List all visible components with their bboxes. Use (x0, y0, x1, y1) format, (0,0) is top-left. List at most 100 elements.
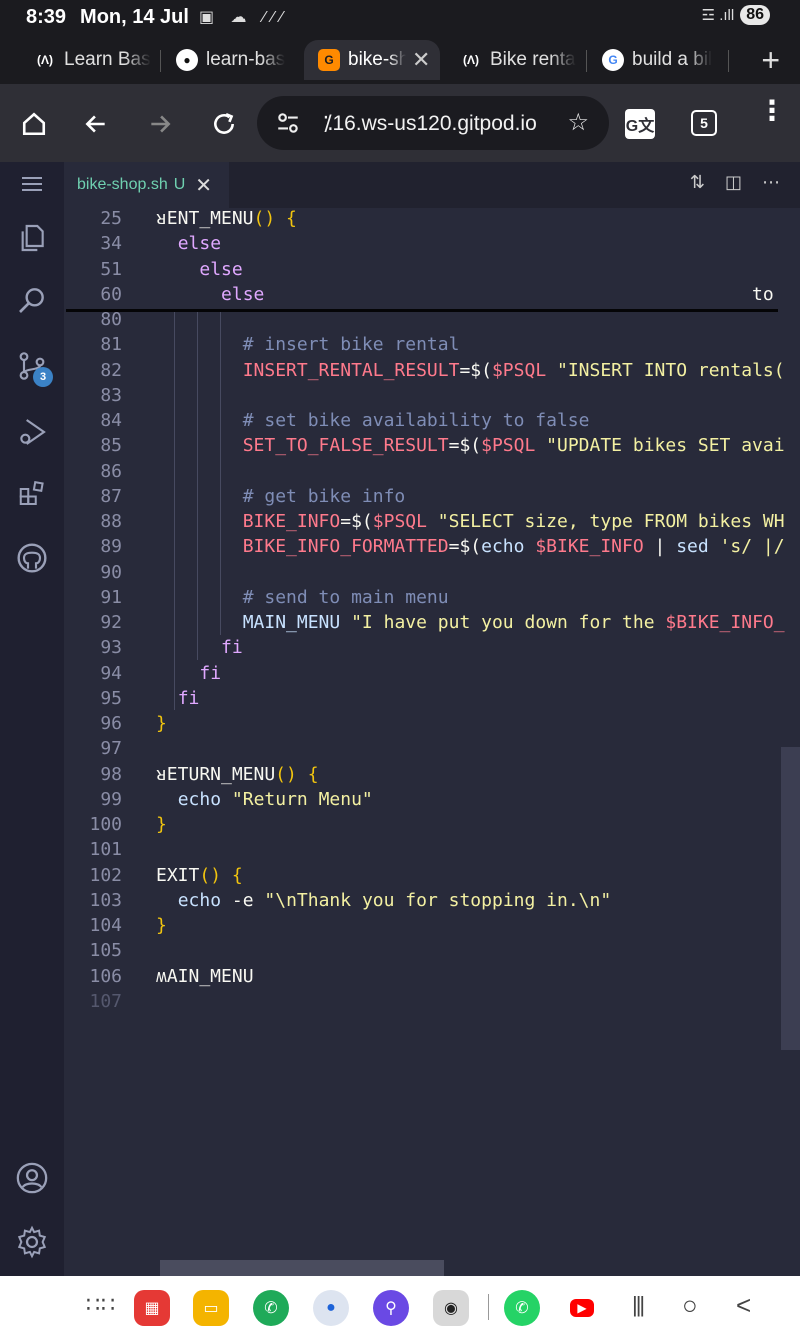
horizontal-scrollbar-thumb[interactable] (160, 1260, 444, 1276)
code-line[interactable]: 88 BIKE_INFO=$($PSQL "SELECT size, type … (64, 511, 800, 536)
code-line[interactable]: 103 echo -e "\nThank you for stopping in… (64, 890, 800, 915)
code-line[interactable]: 98 ᴚETURN_MENU() { (64, 764, 800, 789)
close-tab-icon[interactable]: ✕ (412, 47, 430, 73)
tab-build-a-bike[interactable]: G build a bil (602, 40, 720, 80)
extensions-button[interactable] (12, 474, 52, 514)
code-line[interactable]: 97 (64, 738, 800, 763)
site-settings-icon[interactable] (275, 110, 301, 136)
vertical-scrollbar-thumb[interactable] (781, 747, 800, 1050)
code-line[interactable]: 90 (64, 562, 800, 587)
code-line[interactable]: 81 # insert bike rental (64, 334, 800, 359)
new-tab-button[interactable]: + (761, 42, 780, 79)
code-line[interactable]: 60 else to (64, 284, 800, 309)
code-token: () (253, 208, 276, 229)
code-area[interactable]: 25 ᴚENT_MENU() {34 else 51 else 60 else to … (64, 208, 800, 1276)
browser-tab-strip: (Λ) Learn Bas ● learn-bas G bike-sh ✕ (Λ… (0, 34, 800, 84)
code-line[interactable]: 83 (64, 385, 800, 410)
code-line[interactable]: 102 ΕXIT() { (64, 865, 800, 890)
files-icon[interactable]: ▭ (193, 1290, 229, 1326)
notes-icon[interactable]: ▦ (134, 1290, 170, 1326)
apps-grid-icon[interactable]: ∷∷ (86, 1292, 116, 1318)
home-button[interactable] (14, 104, 54, 144)
tab-learn-bash-github[interactable]: ● learn-bas (176, 40, 294, 80)
more-actions-icon[interactable]: ⋯ (762, 172, 780, 193)
code-line[interactable]: 99 echo "Return Menu" (64, 789, 800, 814)
run-debug-button[interactable] (12, 412, 52, 452)
code-line[interactable]: 106 ʍAIN_MENU (64, 966, 800, 991)
code-line[interactable]: 96} (64, 713, 800, 738)
code-line[interactable]: 89 BIKE_INFO_FORMATTED=$(echo $BIKE_INFO… (64, 536, 800, 561)
android-navigation-bar: ∷∷ ▦ ▭ ✆ ● ⚲ ◉ ✆ ▶ ||| ○ < (0, 1276, 800, 1340)
code-line[interactable]: 91 # send to main menu (64, 587, 800, 612)
recents-button[interactable]: ||| (632, 1292, 645, 1318)
code-token: { (286, 208, 297, 229)
sticky-scroll-header[interactable]: 25 ᴚENT_MENU() {34 else 51 else 60 else to (64, 208, 800, 310)
code-line[interactable]: 105 (64, 940, 800, 965)
search-button[interactable] (12, 280, 52, 320)
split-editor-icon[interactable]: ◫ (725, 172, 742, 193)
code-text: else (156, 233, 221, 254)
files-icon (21, 224, 44, 252)
tab-bike-rental[interactable]: (Λ) Bike renta (460, 40, 580, 80)
code-line[interactable]: 85 SET_TO_FALSE_RESULT=$($PSQL "UPDATE b… (64, 435, 800, 460)
code-token: ΕXIT (156, 864, 200, 886)
accounts-button[interactable] (12, 1158, 52, 1198)
explorer-button[interactable] (12, 218, 52, 258)
url-text[interactable]: ⁒16.ws-us120.gitpod.io (323, 111, 537, 136)
code-token: $BIKE_INFO (535, 536, 644, 558)
code-line[interactable]: 86 (64, 461, 800, 486)
github-button[interactable] (12, 538, 52, 578)
code-text: } (156, 814, 167, 835)
editor-tab-bike-shop[interactable]: bike-shop.sh U ✕ (64, 162, 229, 208)
code-line[interactable]: 95 fi (64, 688, 800, 713)
bookmark-star-icon[interactable]: ☆ (567, 108, 589, 137)
code-line[interactable]: 104} (64, 915, 800, 940)
code-line[interactable]: 93 fi (64, 637, 800, 662)
line-number: 105 (89, 940, 122, 962)
phone-icon[interactable]: ✆ (253, 1290, 289, 1326)
code-line[interactable]: 94 fi (64, 663, 800, 688)
code-line[interactable]: 25 ᴚENT_MENU() { (64, 208, 800, 233)
browser-menu-icon[interactable]: ⋮ (758, 97, 786, 125)
open-changes-icon[interactable]: ⇅ (690, 172, 705, 193)
forward-button[interactable] (140, 104, 180, 144)
code-token: "\nThank you for stopping in.\n" (264, 889, 612, 911)
camera-icon[interactable]: ◉ (433, 1290, 469, 1326)
code-line[interactable]: 80 (64, 309, 800, 334)
code-line[interactable]: 82 INSERT_RENTAL_RESULT=$($PSQL "INSERT … (64, 360, 800, 385)
internet-icon[interactable]: ⚲ (373, 1290, 409, 1326)
code-line[interactable]: 107 (64, 991, 800, 1016)
address-bar[interactable]: ⁒16.ws-us120.gitpod.io ☆ (257, 96, 609, 150)
settings-button[interactable] (12, 1222, 52, 1262)
code-line[interactable]: 100} (64, 814, 800, 839)
tab-bike-shop[interactable]: G bike-sh ✕ (304, 40, 440, 80)
whatsapp-icon[interactable]: ✆ (504, 1290, 540, 1326)
back-nav-button[interactable]: < (736, 1290, 751, 1321)
code-token: fi (177, 687, 200, 709)
code-line[interactable]: 92 MAIN_MENU "I have put you down for th… (64, 612, 800, 637)
reload-button[interactable] (204, 104, 244, 144)
code-line[interactable]: 101 (64, 839, 800, 864)
messages-icon[interactable]: ● (313, 1290, 349, 1326)
home-nav-button[interactable]: ○ (682, 1290, 698, 1321)
code-line[interactable]: 87 # get bike info (64, 486, 800, 511)
code-text: else to (156, 284, 774, 305)
code-text: } (156, 915, 167, 936)
youtube-icon[interactable]: ▶ (564, 1290, 600, 1326)
translate-button[interactable]: G文 (620, 104, 660, 144)
close-editor-tab-icon[interactable]: ✕ (195, 173, 212, 198)
tab-learn-bash[interactable]: (Λ) Learn Bas (34, 40, 156, 80)
menu-button[interactable] (12, 164, 52, 204)
tab-switcher-button[interactable]: 5 (691, 110, 717, 136)
code-token: BIKE_INFO_FORMATTED (242, 536, 449, 558)
back-button[interactable] (76, 104, 116, 144)
freecodecamp-icon: (Λ) (463, 53, 479, 67)
hamburger-menu-icon (22, 177, 42, 191)
code-token: SET_TO_FALSE_RESULT (242, 435, 449, 457)
code-text: ΕXIT() { (156, 865, 243, 886)
code-line[interactable]: 51 else (64, 259, 800, 284)
code-line[interactable]: 84 # set bike availability to false (64, 410, 800, 435)
code-line[interactable]: 34 else (64, 233, 800, 258)
code-token: # get bike info (242, 485, 406, 507)
